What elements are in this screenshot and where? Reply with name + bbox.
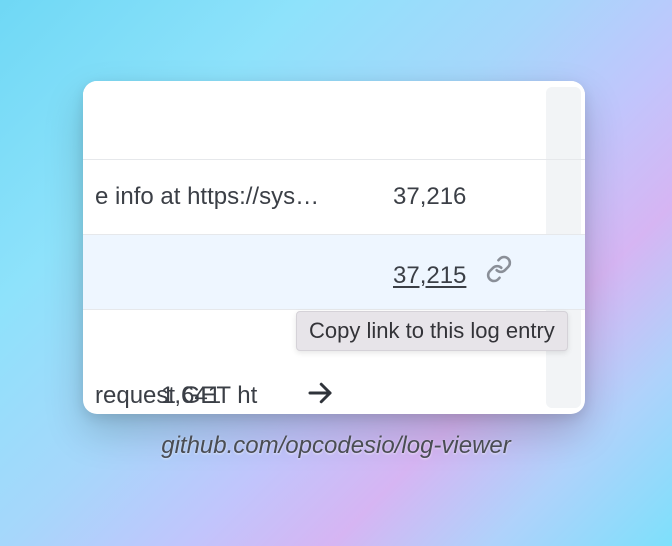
log-row-active[interactable]: 37,215 [83,234,585,309]
log-row[interactable]: e info at https://sys… 37,216 [83,159,585,234]
copy-link-tooltip: Copy link to this log entry [296,311,568,351]
source-caption: github.com/opcodesio/log-viewer [0,432,672,460]
panel-header-space [83,81,585,159]
log-index: 1,641 [161,382,221,410]
log-index-cell: 37,215 [371,255,513,290]
log-index-link[interactable]: 37,215 [393,262,466,289]
arrow-right-icon[interactable] [305,378,335,415]
log-message: e info at https://sys… [83,183,371,211]
log-viewer-panel: e info at https://sys… 37,216 37,215 req… [83,81,585,414]
log-index: 37,216 [371,183,466,211]
link-icon[interactable] [485,255,513,283]
